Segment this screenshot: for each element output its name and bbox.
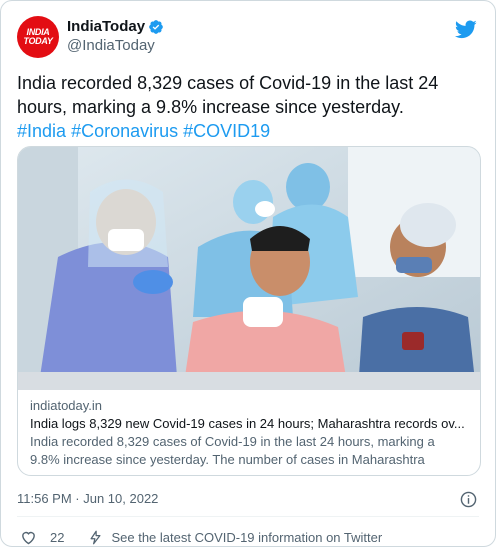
author-display-name-row[interactable]: IndiaToday	[67, 18, 164, 36]
author-display-name[interactable]: IndiaToday	[67, 18, 145, 36]
lightning-icon	[90, 530, 101, 544]
hashtag-coronavirus[interactable]: #Coronavirus	[71, 121, 178, 141]
card-body: indiatoday.in India logs 8,329 new Covid…	[18, 390, 480, 469]
covid-info-link-text[interactable]: See the latest COVID-19 information on T…	[111, 530, 382, 545]
twitter-bird-icon[interactable]	[455, 18, 477, 40]
verified-badge-icon	[149, 20, 163, 34]
author-names: IndiaToday @IndiaToday	[67, 18, 164, 56]
link-card[interactable]: indiatoday.in India logs 8,329 new Covid…	[17, 146, 481, 476]
avatar-text-today: TODAY	[23, 36, 53, 46]
action-bar: 22 See the latest COVID-19 information o…	[17, 527, 479, 546]
hashtag-india[interactable]: #India	[17, 121, 66, 141]
card-description-line-2: 9.8% increase since yesterday. The numbe…	[30, 452, 425, 467]
covid-testing-photo	[18, 147, 480, 390]
tweet-text: India recorded 8,329 cases of Covid-19 i…	[17, 71, 477, 143]
tweet-text-line-1: India recorded 8,329 cases of Covid-19 i…	[17, 73, 439, 93]
info-icon[interactable]	[460, 491, 477, 508]
like-count[interactable]: 22	[50, 530, 64, 545]
heart-icon[interactable]	[20, 529, 37, 546]
tweet-header: INDIA TODAY IndiaToday @IndiaToday	[17, 16, 479, 60]
author-handle[interactable]: @IndiaToday	[67, 36, 164, 56]
card-title[interactable]: India logs 8,329 new Covid-19 cases in 2…	[30, 415, 468, 433]
covid-info-link[interactable]: See the latest COVID-19 information on T…	[88, 530, 382, 545]
avatar[interactable]: INDIA TODAY	[17, 16, 59, 58]
divider	[17, 516, 479, 517]
timestamp-row: 11:56 PM · Jun 10, 2022	[17, 489, 479, 509]
tweet-embed: INDIA TODAY IndiaToday @IndiaToday India…	[0, 0, 496, 547]
card-description-line-1: India recorded 8,329 cases of Covid-19 i…	[30, 434, 435, 449]
card-domain: indiatoday.in	[30, 398, 103, 413]
hashtag-list: #India #Coronavirus #COVID19	[17, 119, 477, 143]
card-image[interactable]	[18, 147, 480, 390]
tweet-timestamp[interactable]: 11:56 PM · Jun 10, 2022	[17, 491, 158, 506]
hashtag-covid19[interactable]: #COVID19	[183, 121, 270, 141]
tweet-text-line-2: hours, marking a 9.8% increase since yes…	[17, 97, 404, 117]
